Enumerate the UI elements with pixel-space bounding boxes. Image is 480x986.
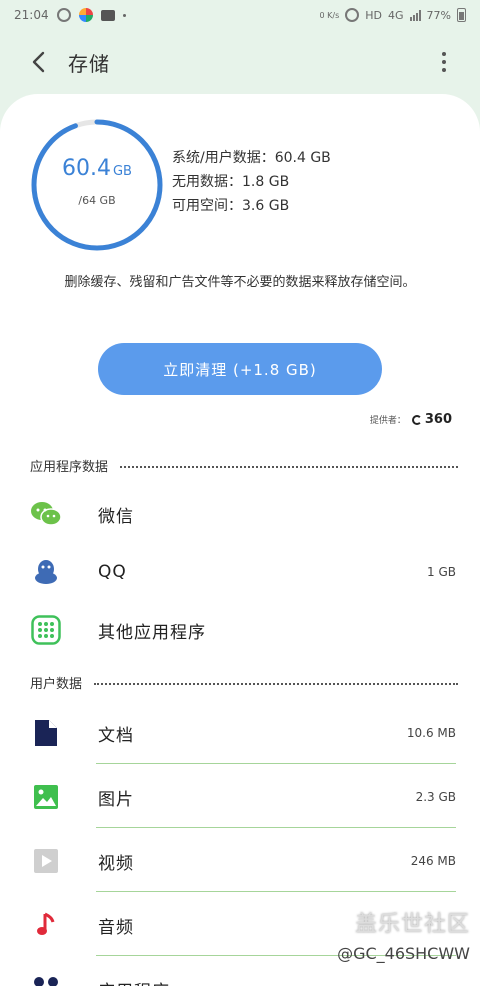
video-icon [30, 845, 62, 877]
status-bar: 21:04 0 K/s HD 4G 77% [0, 0, 480, 30]
section-divider [120, 465, 458, 468]
watermark: 盖乐世社区 @GC_46SHCWW [337, 906, 470, 963]
hd-indicator: HD [365, 8, 383, 22]
provider-brand-name: 360 [424, 412, 452, 427]
alarm-clock-icon [345, 8, 360, 22]
app-data-section-header: 应用程序数据 [30, 456, 458, 475]
list-item-label: 其他应用程序 [98, 622, 206, 643]
gauge-used-arc [31, 119, 163, 251]
list-item-label: 图片 [98, 789, 134, 810]
list-item-size: 10.6 MB [406, 726, 456, 740]
more-dot [442, 52, 446, 56]
battery-icon [457, 8, 466, 22]
clean-description: 删除缓存、残留和广告文件等不必要的数据来释放存储空间。 [64, 275, 416, 290]
list-item-documents[interactable]: 文档 10.6 MB [0, 702, 480, 764]
list-item-size: 2.3 GB [415, 790, 456, 804]
watermark-community: 盖乐世社区 [354, 912, 470, 937]
wechat-icon [30, 498, 62, 530]
signal-icon [409, 9, 421, 21]
list-item-videos[interactable]: 视频 246 MB [0, 830, 480, 892]
row-divider [96, 891, 456, 892]
row-divider [96, 827, 456, 828]
audio-icon [30, 909, 62, 941]
user-data-section-header: 用户数据 [30, 673, 458, 692]
storage-breakdown: 系统/用户数据：60.4 GB 无用数据：1.8 GB 可用空间：3.6 GB [172, 146, 331, 218]
section-divider [94, 682, 458, 685]
list-item-size: 246 MB [410, 854, 456, 868]
apps-icon [30, 973, 62, 986]
more-dot [442, 60, 446, 64]
storage-gauge [31, 119, 163, 251]
battery-percent: 77% [426, 8, 451, 22]
more-dot [442, 68, 446, 72]
document-icon [30, 717, 62, 749]
brand-logo-icon [411, 414, 422, 425]
list-item-other-apps[interactable]: 其他应用程序 [0, 601, 480, 659]
more-options-button[interactable] [432, 42, 456, 82]
image-icon [30, 781, 62, 813]
folder-icon [100, 9, 115, 21]
apps-grid-icon [30, 614, 62, 646]
list-item-size: 1 GB [427, 565, 456, 579]
used-value: 60.4 [62, 156, 111, 181]
list-item-label: QQ [98, 562, 127, 582]
used-unit: GB [112, 164, 132, 179]
network-type: 4G [388, 8, 404, 22]
list-item-wechat[interactable]: 微信 [0, 485, 480, 543]
junk-data: 无用数据：1.8 GB [172, 174, 290, 190]
row-divider [96, 763, 456, 764]
back-button[interactable] [14, 42, 64, 82]
used-storage-value: 60.4 GB [28, 156, 166, 181]
list-item-qq[interactable]: QQ 1 GB [0, 543, 480, 601]
list-item-label: 视频 [98, 853, 134, 874]
provider-credit: 提供者： 360 [370, 412, 452, 427]
list-item-label: 音频 [98, 917, 134, 938]
available-space: 可用空间：3.6 GB [172, 198, 290, 214]
status-time: 21:04 [14, 8, 49, 22]
qq-icon [30, 556, 62, 588]
back-arrow-icon [32, 51, 45, 73]
alarm-icon [56, 8, 71, 22]
provider-brand: 360 [411, 412, 452, 427]
page-title: 存储 [68, 51, 110, 76]
net-speed: 0 K/s [319, 10, 340, 20]
storage-card: 60.4 GB /64 GB 系统/用户数据：60.4 GB 无用数据：1.8 G… [0, 94, 480, 986]
watermark-user: @GC_46SHCWW [337, 944, 470, 963]
section-title: 用户数据 [30, 677, 83, 692]
provider-label: 提供者： [369, 416, 406, 426]
list-item-images[interactable]: 图片 2.3 GB [0, 766, 480, 828]
more-notifications-icon [122, 13, 126, 17]
total-storage: /64 GB [78, 194, 116, 207]
app-header: 存储 [0, 42, 480, 82]
list-item-label: 微信 [98, 506, 134, 527]
app-notification-icon [78, 8, 93, 22]
list-item-label: 应用程序 [98, 977, 170, 986]
clean-now-button[interactable]: 立即清理 (+1.8 GB) [98, 343, 382, 395]
section-title: 应用程序数据 [30, 460, 109, 475]
system-user-data: 系统/用户数据：60.4 GB [172, 150, 331, 166]
list-item-label: 文档 [98, 725, 134, 746]
